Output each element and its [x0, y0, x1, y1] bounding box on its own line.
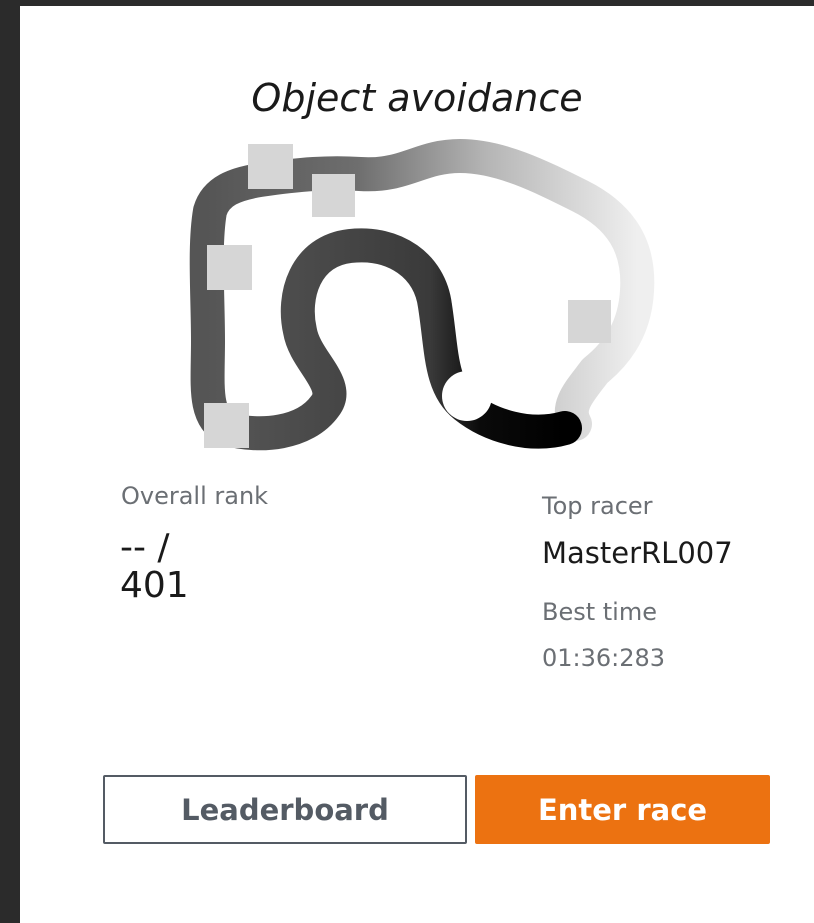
track-inner-section — [210, 228, 582, 451]
start-marker — [442, 371, 492, 421]
leaderboard-button[interactable]: Leaderboard — [103, 775, 467, 844]
overall-rank-line-1: -- / — [120, 527, 170, 568]
obstacle-marker — [204, 403, 249, 448]
overall-rank-label: Overall rank — [121, 482, 269, 510]
obstacle-marker — [207, 245, 252, 290]
top-racer-label: Top racer — [542, 492, 653, 520]
best-time-label: Best time — [542, 598, 657, 626]
race-card: Object avoidance Overall rank -- / 401 T… — [20, 6, 814, 923]
enter-race-button[interactable]: Enter race — [475, 775, 770, 844]
best-time-value: 01:36:283 — [542, 644, 666, 672]
track-map-image — [189, 139, 655, 451]
obstacle-marker — [568, 300, 611, 343]
obstacle-marker — [312, 174, 355, 217]
obstacle-marker — [248, 144, 293, 189]
top-racer-name: MasterRL007 — [542, 536, 733, 570]
overall-rank-line-2: 401 — [120, 565, 189, 606]
overall-rank-value: -- / 401 — [120, 529, 189, 605]
